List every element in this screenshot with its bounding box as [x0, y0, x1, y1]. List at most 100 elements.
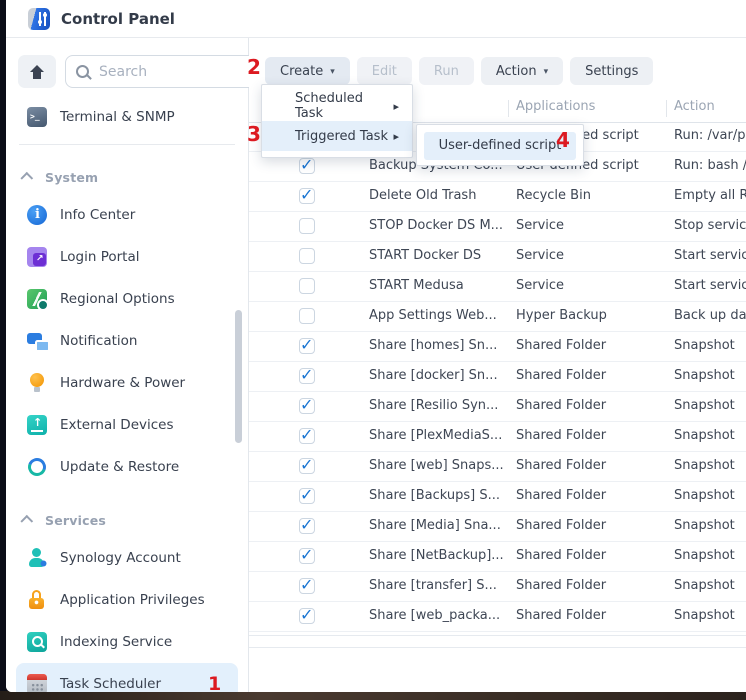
row-checkbox[interactable] [299, 608, 315, 624]
row-checkbox[interactable] [299, 188, 315, 204]
sidebar-item-external-devices[interactable]: External Devices [6, 404, 248, 446]
task-action: Snapshot [674, 578, 735, 593]
sidebar-item-hardware-power[interactable]: Hardware & Power [6, 362, 248, 404]
row-checkbox[interactable] [299, 308, 315, 324]
row-checkbox[interactable] [299, 398, 315, 414]
task-name: Share [homes] Sn... [369, 338, 511, 353]
task-action: Snapshot [674, 398, 735, 413]
table-row[interactable]: Share [web_packa... Shared Folder Snapsh… [249, 602, 746, 632]
section-header[interactable]: Services [6, 510, 248, 530]
settings-button[interactable]: Settings ▾ [570, 57, 653, 85]
task-application: Shared Folder [516, 608, 666, 623]
window-titlebar: Control Panel [6, 0, 746, 38]
home-icon [29, 65, 45, 79]
table-row[interactable]: Share [Resilio Syn... Shared Folder Snap… [249, 392, 746, 422]
edit-button[interactable]: Edit ▾ [357, 57, 412, 85]
sidebar-item-login-portal[interactable]: Login Portal [6, 236, 248, 278]
menu-item-triggered-task[interactable]: Triggered Task ▸ [262, 121, 412, 151]
task-action: Snapshot [674, 368, 735, 383]
sidebar-scrollbar[interactable] [235, 310, 242, 443]
task-name: STOP Docker DS M... [369, 218, 511, 233]
create-button[interactable]: Create ▾ [265, 57, 350, 85]
task-action: Stop servic [674, 218, 746, 233]
menu-item-scheduled-task[interactable]: Scheduled Task ▸ [262, 91, 412, 121]
chevron-up-icon [20, 171, 33, 184]
sidebar-item-label: Info Center [60, 207, 135, 223]
table-row[interactable]: Share [web] Snaps... Shared Folder Snaps… [249, 452, 746, 482]
row-checkbox[interactable] [299, 278, 315, 294]
task-application: Shared Folder [516, 488, 666, 503]
login-portal-icon [27, 247, 47, 267]
row-checkbox[interactable] [299, 458, 315, 474]
table-row[interactable]: Share [Backups] S... Shared Folder Snaps… [249, 482, 746, 512]
table-bottom-line [249, 635, 746, 636]
row-checkbox[interactable] [299, 248, 315, 264]
row-checkbox[interactable] [299, 518, 315, 534]
table-row[interactable]: App Settings Web... Hyper Backup Back up… [249, 302, 746, 332]
task-action: Snapshot [674, 518, 735, 533]
task-application: Shared Folder [516, 368, 666, 383]
info-center-icon [27, 205, 47, 225]
table-row[interactable]: STOP Docker DS M... Service Stop servic [249, 212, 746, 242]
task-action: Start servic [674, 248, 746, 263]
table-row[interactable]: Share [PlexMediaS... Shared Folder Snaps… [249, 422, 746, 452]
row-checkbox[interactable] [299, 368, 315, 384]
sidebar-item-notification[interactable]: Notification [6, 320, 248, 362]
task-application: Shared Folder [516, 548, 666, 563]
column-header-action[interactable]: Action [674, 99, 715, 114]
sidebar-item-info-center[interactable]: Info Center [6, 194, 248, 236]
row-checkbox[interactable] [299, 488, 315, 504]
desktop-wallpaper [0, 691, 746, 700]
table-row[interactable]: START Docker DS Service Start servic [249, 242, 746, 272]
window-title: Control Panel [61, 10, 175, 28]
section-header[interactable]: System [6, 167, 248, 187]
row-checkbox[interactable] [299, 338, 315, 354]
task-application: Service [516, 278, 666, 293]
sidebar-item-terminal-snmp[interactable]: Terminal & SNMP [6, 100, 248, 134]
sidebar-item-label: Login Portal [60, 249, 140, 265]
table-row[interactable]: Share [docker] Sn... Shared Folder Snaps… [249, 362, 746, 392]
home-button[interactable] [18, 55, 56, 88]
sidebar-item-label: External Devices [60, 417, 174, 433]
row-checkbox[interactable] [299, 578, 315, 594]
sidebar-divider [19, 144, 235, 145]
sidebar-item-application-privileges[interactable]: Application Privileges [6, 579, 248, 621]
column-divider [666, 100, 667, 117]
table-row[interactable]: START Medusa Service Start servic [249, 272, 746, 302]
task-name: Share [NetBackup]... [369, 548, 511, 563]
sidebar-item-task-scheduler[interactable]: Task Scheduler 1 [16, 663, 238, 692]
task-table: User-defined script Run: /var/p Backup S… [249, 122, 746, 632]
sidebar-section: Services Synology Account Application Pr… [6, 510, 248, 692]
sidebar-item-synology-account[interactable]: Synology Account [6, 537, 248, 579]
row-checkbox[interactable] [299, 218, 315, 234]
task-application: Shared Folder [516, 458, 666, 473]
sidebar-item-label: Terminal & SNMP [60, 109, 175, 125]
column-header-applications[interactable]: Applications [516, 99, 595, 114]
annotation-1: 1 [208, 673, 221, 692]
sidebar-item-update-restore[interactable]: Update & Restore [6, 446, 248, 488]
task-name: Delete Old Trash [369, 188, 511, 203]
table-row[interactable]: Delete Old Trash Recycle Bin Empty all R [249, 182, 746, 212]
task-action: Snapshot [674, 548, 735, 563]
search-icon [76, 65, 89, 78]
submenu-arrow-icon: ▸ [393, 100, 399, 113]
row-checkbox[interactable] [299, 548, 315, 564]
table-row[interactable]: Share [transfer] S... Shared Folder Snap… [249, 572, 746, 602]
button-label: Settings [585, 64, 638, 79]
row-checkbox[interactable] [299, 428, 315, 444]
control-panel-icon [28, 8, 50, 30]
table-row[interactable]: Share [NetBackup]... Shared Folder Snaps… [249, 542, 746, 572]
sidebar-item-regional-options[interactable]: Regional Options [6, 278, 248, 320]
task-action: Empty all R [674, 188, 746, 203]
task-action: Run: /var/p [674, 128, 745, 143]
sidebar-item-indexing-service[interactable]: Indexing Service [6, 621, 248, 663]
submenu-item-user-defined-script[interactable]: User-defined script [424, 132, 576, 160]
run-button[interactable]: Run ▾ [419, 57, 474, 85]
action-button[interactable]: Action ▾ [481, 57, 563, 85]
sidebar-item-label: Hardware & Power [60, 375, 185, 391]
task-application: Shared Folder [516, 428, 666, 443]
row-checkbox[interactable] [299, 158, 315, 174]
table-row[interactable]: Share [Media] Sna... Shared Folder Snaps… [249, 512, 746, 542]
task-name: Share [docker] Sn... [369, 368, 511, 383]
table-row[interactable]: Share [homes] Sn... Shared Folder Snapsh… [249, 332, 746, 362]
